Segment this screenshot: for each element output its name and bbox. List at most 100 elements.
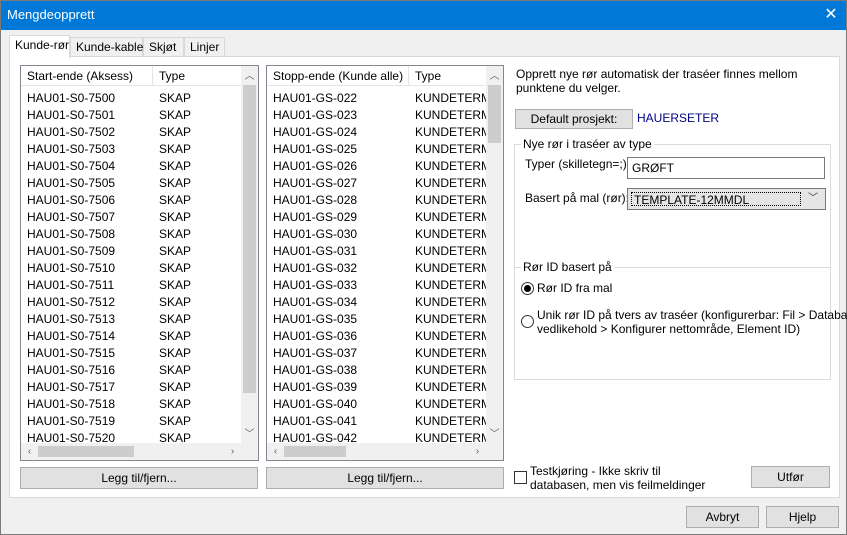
list-item[interactable]: HAU01-GS-026 KUNDETERMI: [267, 158, 486, 175]
list-item[interactable]: HAU01-S0-7506 SKAP: [21, 192, 241, 209]
list-item[interactable]: HAU01-S0-7508 SKAP: [21, 226, 241, 243]
list-item[interactable]: HAU01-S0-7517 SKAP: [21, 379, 241, 396]
cancel-button[interactable]: Avbryt: [686, 506, 759, 528]
list-item-name: HAU01-S0-7500: [27, 91, 116, 105]
list-item[interactable]: HAU01-S0-7509 SKAP: [21, 243, 241, 260]
types-input[interactable]: GRØFT: [627, 157, 825, 179]
list-item[interactable]: HAU01-S0-7501 SKAP: [21, 107, 241, 124]
radio-pipe-id-unique[interactable]: [521, 315, 534, 328]
default-project-value: HAUERSETER: [637, 111, 720, 125]
column-header-start[interactable]: Start-ende (Aksess): [21, 66, 153, 86]
list-item[interactable]: HAU01-S0-7505 SKAP: [21, 175, 241, 192]
template-select[interactable]: TEMPLATE-12MMDL ﹀: [627, 188, 826, 210]
list-item[interactable]: HAU01-S0-7503 SKAP: [21, 141, 241, 158]
scroll-down-icon[interactable]: ﹀: [486, 426, 503, 443]
end-add-remove-button[interactable]: Legg til/fjern...: [266, 467, 504, 489]
list-item[interactable]: HAU01-S0-7504 SKAP: [21, 158, 241, 175]
scroll-right-icon[interactable]: ›: [224, 443, 241, 460]
start-end-listbox[interactable]: Start-ende (Aksess) Type HAU01-S0-7500 SK…: [20, 65, 259, 461]
scroll-left-icon[interactable]: ‹: [267, 443, 284, 460]
list-item[interactable]: HAU01-GS-039 KUNDETERMI: [267, 379, 486, 396]
list-item[interactable]: HAU01-GS-041 KUNDETERMI: [267, 413, 486, 430]
list-item[interactable]: HAU01-GS-027 KUNDETERMI: [267, 175, 486, 192]
radio-pipe-id-from-template[interactable]: [521, 282, 534, 295]
column-header-stop[interactable]: Stopp-ende (Kunde alle): [267, 66, 409, 86]
list-item[interactable]: HAU01-S0-7512 SKAP: [21, 294, 241, 311]
list-item-name: HAU01-S0-7511: [27, 278, 115, 292]
list-item-name: HAU01-GS-022: [273, 91, 358, 105]
list-item[interactable]: HAU01-GS-032 KUNDETERMI: [267, 260, 486, 277]
list-item-type: SKAP: [159, 295, 192, 309]
list-item[interactable]: HAU01-GS-042 KUNDETERMI: [267, 430, 486, 443]
list-item[interactable]: HAU01-S0-7518 SKAP: [21, 396, 241, 413]
scroll-thumb-horizontal[interactable]: [38, 446, 134, 457]
list-item-type: SKAP: [159, 431, 192, 443]
list-item[interactable]: HAU01-GS-034 KUNDETERMI: [267, 294, 486, 311]
tab-skjot[interactable]: Skjøt: [143, 37, 184, 57]
help-button[interactable]: Hjelp: [766, 506, 839, 528]
list-item[interactable]: HAU01-GS-029 KUNDETERMI: [267, 209, 486, 226]
scroll-thumb[interactable]: [243, 85, 256, 393]
list-item[interactable]: HAU01-GS-031 KUNDETERMI: [267, 243, 486, 260]
list-item[interactable]: HAU01-GS-024 KUNDETERMI: [267, 124, 486, 141]
test-run-label-line1[interactable]: Testkjøring - Ikke skriv til: [530, 464, 661, 478]
tab-kunde-kabler[interactable]: Kunde-kabler: [70, 37, 147, 57]
list-item[interactable]: HAU01-GS-036 KUNDETERMI: [267, 328, 486, 345]
list-item[interactable]: HAU01-GS-033 KUNDETERMI: [267, 277, 486, 294]
list-item-type: KUNDETERMI: [415, 244, 486, 258]
start-list-horizontal-scrollbar[interactable]: ‹ ›: [21, 443, 241, 460]
list-item[interactable]: HAU01-GS-030 KUNDETERMI: [267, 226, 486, 243]
list-item-name: HAU01-S0-7520: [27, 431, 116, 443]
list-item-name: HAU01-GS-028: [273, 193, 358, 207]
default-project-button[interactable]: Default prosjekt:: [515, 109, 633, 129]
scroll-down-icon[interactable]: ﹀: [241, 426, 258, 443]
list-item[interactable]: HAU01-S0-7514 SKAP: [21, 328, 241, 345]
list-item[interactable]: HAU01-GS-023 KUNDETERMI: [267, 107, 486, 124]
radio-label-unique-line2[interactable]: vedlikehold > Konfigurer nettområde, Ele…: [537, 322, 800, 336]
list-item[interactable]: HAU01-S0-7520 SKAP: [21, 430, 241, 443]
list-item[interactable]: HAU01-GS-037 KUNDETERMI: [267, 345, 486, 362]
list-item[interactable]: HAU01-S0-7513 SKAP: [21, 311, 241, 328]
list-item-name: HAU01-GS-029: [273, 210, 358, 224]
scroll-up-icon[interactable]: ︿: [486, 68, 503, 85]
scroll-left-icon[interactable]: ‹: [21, 443, 38, 460]
list-item-name: HAU01-S0-7509: [27, 244, 116, 258]
column-header-type[interactable]: Type: [153, 66, 243, 86]
radio-label-unique-line1[interactable]: Unik rør ID på tvers av traséer (konfigu…: [537, 308, 847, 322]
column-header-type[interactable]: Type: [409, 66, 489, 86]
end-listbox[interactable]: Stopp-ende (Kunde alle) Type HAU01-GS-02…: [266, 65, 504, 461]
list-item[interactable]: HAU01-S0-7507 SKAP: [21, 209, 241, 226]
scroll-right-icon[interactable]: ›: [469, 443, 486, 460]
list-item[interactable]: HAU01-GS-040 KUNDETERMI: [267, 396, 486, 413]
list-item[interactable]: HAU01-S0-7510 SKAP: [21, 260, 241, 277]
radio-label-template[interactable]: Rør ID fra mal: [537, 281, 612, 295]
list-item[interactable]: HAU01-GS-035 KUNDETERMI: [267, 311, 486, 328]
scroll-thumb-horizontal[interactable]: [284, 446, 346, 457]
execute-button[interactable]: Utfør: [751, 466, 830, 488]
list-item-type: KUNDETERMI: [415, 312, 486, 326]
list-item-type: SKAP: [159, 346, 192, 360]
start-add-remove-button[interactable]: Legg til/fjern...: [20, 467, 258, 489]
tab-linjer[interactable]: Linjer: [184, 37, 225, 57]
end-list-rows: HAU01-GS-022 KUNDETERMI HAU01-GS-023 KUNDET…: [267, 90, 486, 443]
start-list-vertical-scrollbar[interactable]: ︿ ﹀: [241, 66, 258, 443]
list-item[interactable]: HAU01-GS-038 KUNDETERMI: [267, 362, 486, 379]
test-run-label-line2[interactable]: databasen, men vis feilmeldinger: [530, 478, 705, 492]
end-list-horizontal-scrollbar[interactable]: ‹ ›: [267, 443, 486, 460]
list-item[interactable]: HAU01-GS-025 KUNDETERMI: [267, 141, 486, 158]
scroll-thumb[interactable]: [488, 85, 501, 143]
end-list-vertical-scrollbar[interactable]: ︿ ﹀: [486, 66, 503, 443]
list-item[interactable]: HAU01-S0-7502 SKAP: [21, 124, 241, 141]
scroll-up-icon[interactable]: ︿: [241, 68, 258, 85]
list-item[interactable]: HAU01-S0-7511 SKAP: [21, 277, 241, 294]
list-item[interactable]: HAU01-GS-022 KUNDETERMI: [267, 90, 486, 107]
list-item[interactable]: HAU01-GS-028 KUNDETERMI: [267, 192, 486, 209]
list-item[interactable]: HAU01-S0-7500 SKAP: [21, 90, 241, 107]
tab-kunde-ror[interactable]: Kunde-rør: [9, 35, 70, 58]
list-item[interactable]: HAU01-S0-7515 SKAP: [21, 345, 241, 362]
test-run-checkbox[interactable]: [514, 471, 527, 484]
list-item[interactable]: HAU01-S0-7516 SKAP: [21, 362, 241, 379]
close-icon[interactable]: ✕: [816, 1, 846, 30]
chevron-down-icon[interactable]: ﹀: [804, 189, 822, 209]
list-item[interactable]: HAU01-S0-7519 SKAP: [21, 413, 241, 430]
